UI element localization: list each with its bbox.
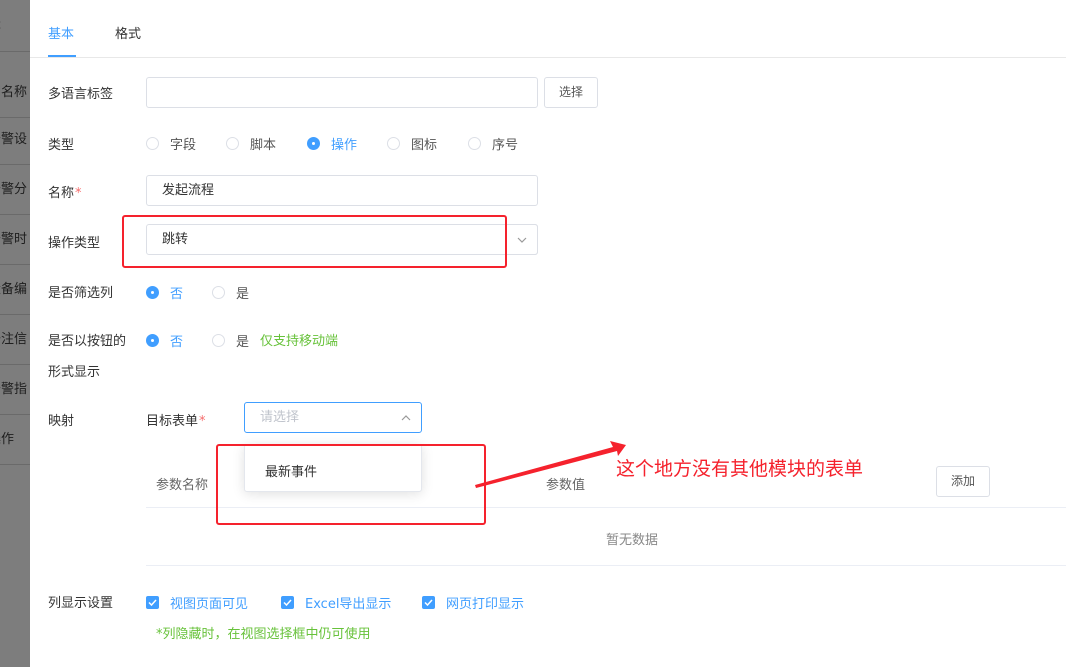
type-radio-icon[interactable]: 图标 [387, 134, 437, 153]
chevron-up-icon [401, 403, 411, 443]
mobile-only-hint: 仅支持移动端 [260, 334, 339, 349]
radio-label: 操作 [331, 138, 358, 153]
column-param-name: 参数名称 [156, 478, 209, 493]
checkbox-icon [422, 596, 435, 609]
check-web-print[interactable]: 网页打印显示 [422, 593, 524, 612]
radio-dot [146, 334, 159, 347]
radio-label: 图标 [411, 138, 438, 153]
target-form-placeholder: 请选择 [260, 410, 300, 425]
filter-col-radio-no[interactable]: 否 [146, 283, 183, 302]
radio-label: 否 [170, 287, 184, 302]
select-button[interactable]: 选择 [544, 77, 598, 108]
active-tab-indicator [48, 55, 76, 57]
sidebar-item[interactable]: 备注信 [0, 315, 30, 365]
checkbox-label: 视图页面可见 [170, 597, 249, 612]
as-button-label-2: 形式显示 [48, 365, 101, 380]
tab-format[interactable]: 格式 [115, 23, 141, 42]
radio-label: 脚本 [250, 138, 277, 153]
radio-label: 否 [170, 335, 184, 350]
sidebar-item[interactable]: 操作 [0, 415, 30, 465]
radio-dot [226, 137, 239, 150]
checkbox-label: 网页打印显示 [446, 597, 525, 612]
required-mark: * [75, 186, 82, 201]
annotation-box-op-type [122, 215, 507, 268]
check-view-visible[interactable]: 视图页面可见 [146, 593, 248, 612]
type-radio-action[interactable]: 操作 [307, 134, 357, 153]
sidebar-item[interactable]: 列名称 [0, 68, 30, 118]
type-label: 类型 [48, 138, 75, 153]
sidebar-item[interactable]: 设备编 [0, 265, 30, 315]
type-radio-seq[interactable]: 序号 [468, 134, 518, 153]
sidebar-mask: 本 列名称 告警设 告警分 告警时 设备编 备注信 告警指 操作 [0, 0, 30, 667]
mapping-label: 映射 [48, 414, 75, 429]
column-hidden-hint: *列隐藏时，在视图选择框中仍可使用 [156, 627, 371, 642]
sidebar-item[interactable]: 告警时 [0, 215, 30, 265]
radio-label: 是 [236, 335, 250, 350]
checkbox-label: Excel导出显示 [305, 597, 392, 612]
name-label-text: 名称 [48, 186, 75, 201]
sidebar-item[interactable]: 本 [0, 2, 30, 52]
filter-col-label: 是否筛选列 [48, 286, 114, 301]
name-input[interactable]: 发起流程 [146, 175, 538, 206]
sidebar-item[interactable]: 告警设 [0, 115, 30, 165]
radio-dot [212, 334, 225, 347]
radio-label: 字段 [170, 138, 197, 153]
required-mark: * [199, 414, 206, 429]
type-radio-field[interactable]: 字段 [146, 134, 196, 153]
tab-basic[interactable]: 基本 [48, 23, 74, 42]
op-type-label: 操作类型 [48, 236, 101, 251]
target-form-label: 目标表单* [146, 410, 206, 429]
settings-drawer: 基本 格式 多语言标签 选择 类型 字段 脚本 操作 图标 序号 名称* 发起流… [30, 0, 1066, 667]
target-form-label-text: 目标表单 [146, 414, 199, 429]
filter-col-radio-yes[interactable]: 是 [212, 283, 249, 302]
multilang-label: 多语言标签 [48, 87, 114, 102]
as-button-radio-yes[interactable]: 是 [212, 331, 249, 350]
target-form-select[interactable]: 请选择 [244, 402, 422, 433]
radio-label: 是 [236, 287, 250, 302]
annotation-arrow-icon [475, 441, 626, 488]
radio-dot [387, 137, 400, 150]
checkbox-icon [146, 596, 159, 609]
as-button-label: 是否以按钮的 [48, 334, 127, 349]
sidebar-item[interactable]: 告警分 [0, 165, 30, 215]
type-radio-script[interactable]: 脚本 [226, 134, 276, 153]
column-display-label: 列显示设置 [48, 596, 114, 611]
check-excel-export[interactable]: Excel导出显示 [281, 593, 391, 612]
add-button[interactable]: 添加 [936, 466, 990, 497]
sidebar-item[interactable]: 告警指 [0, 365, 30, 415]
radio-dot [468, 137, 481, 150]
annotation-box-dropdown [216, 444, 486, 525]
radio-dot [212, 286, 225, 299]
tab-bar: 基本 格式 [30, 0, 1066, 58]
checkbox-icon [281, 596, 294, 609]
empty-text: 暂无数据 [606, 533, 659, 548]
radio-dot [146, 137, 159, 150]
radio-label: 序号 [492, 138, 519, 153]
annotation-text: 这个地方没有其他模块的表单 [616, 458, 864, 480]
chevron-down-icon[interactable] [506, 224, 538, 255]
radio-dot [146, 286, 159, 299]
name-label: 名称* [48, 182, 82, 201]
as-button-radio-no[interactable]: 否 [146, 331, 183, 350]
multilang-input[interactable] [146, 77, 538, 108]
radio-dot [307, 137, 320, 150]
